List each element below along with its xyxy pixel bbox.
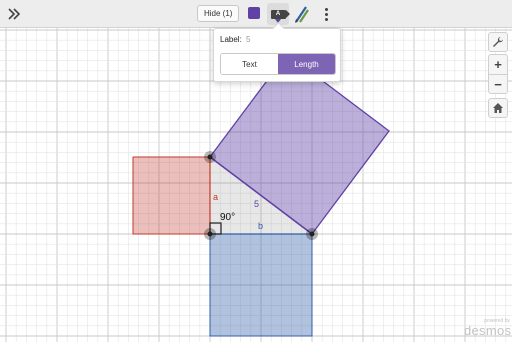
label-mode-toggle: Text Length bbox=[220, 53, 336, 75]
top-toolbar: Hide (1) A bbox=[0, 0, 512, 28]
desmos-watermark: powered by desmos bbox=[464, 318, 512, 338]
angle-label: 90° bbox=[220, 212, 235, 223]
hypotenuse-label: 5 bbox=[254, 199, 259, 209]
vertex-point-top[interactable] bbox=[204, 151, 216, 163]
label-caption: Label: bbox=[220, 35, 242, 44]
dot-icon bbox=[324, 12, 328, 16]
expand-list-button[interactable] bbox=[4, 4, 24, 24]
vertex-point-right-angle[interactable] bbox=[204, 228, 216, 240]
vertex-point-right[interactable] bbox=[306, 228, 318, 240]
dot-icon bbox=[324, 7, 328, 11]
label-mode-text-option[interactable]: Text bbox=[221, 54, 278, 74]
label-row: Label: 5 bbox=[220, 35, 250, 44]
double-chevron-right-icon bbox=[8, 8, 21, 20]
graph-settings-button[interactable] bbox=[488, 32, 508, 52]
side-a-label: a bbox=[213, 192, 218, 202]
zoom-in-button[interactable]: + bbox=[489, 55, 507, 74]
square-b[interactable] bbox=[209, 233, 313, 337]
home-icon bbox=[493, 103, 503, 113]
zoom-out-button[interactable]: − bbox=[489, 75, 507, 94]
more-options-button[interactable] bbox=[320, 4, 332, 24]
label-input[interactable]: 5 bbox=[246, 35, 250, 44]
label-tag-icon: A bbox=[270, 9, 290, 19]
label-popover: Label: 5 Text Length bbox=[213, 22, 341, 82]
hide-button[interactable]: Hide (1) bbox=[197, 5, 240, 22]
pencil-icon bbox=[295, 6, 309, 23]
color-swatch-button[interactable] bbox=[248, 7, 260, 19]
drag-mode-button[interactable] bbox=[293, 4, 311, 24]
side-b-label: b bbox=[258, 221, 263, 231]
watermark-brand: desmos bbox=[464, 323, 512, 338]
dot-icon bbox=[324, 17, 328, 21]
label-mode-length-option[interactable]: Length bbox=[278, 54, 335, 74]
default-viewport-button[interactable] bbox=[488, 98, 508, 118]
wrench-icon bbox=[493, 37, 503, 47]
square-a[interactable] bbox=[132, 156, 211, 235]
zoom-controls: + − bbox=[488, 54, 508, 94]
